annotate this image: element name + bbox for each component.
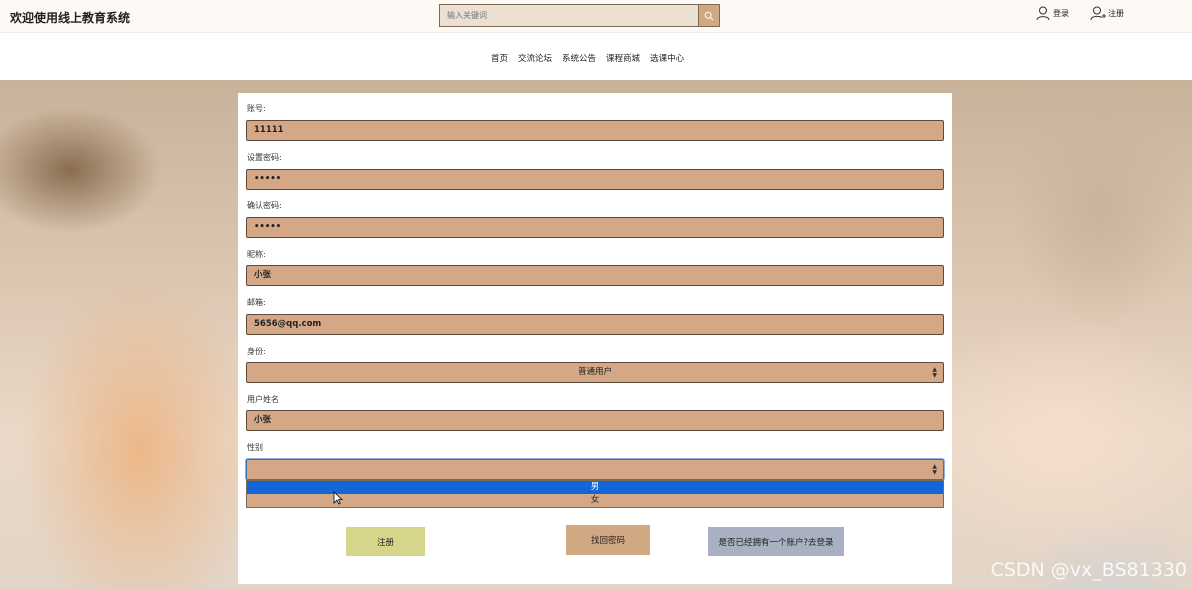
register-label: 注册 — [1108, 8, 1124, 18]
search-input[interactable] — [439, 4, 699, 27]
account-input[interactable]: 11111 — [246, 120, 944, 141]
mouse-cursor-icon — [333, 491, 343, 505]
email-label: 邮箱: — [247, 298, 266, 307]
watermark: CSDN @vx_BS81330 — [990, 559, 1187, 581]
nav-item-course-selection[interactable]: 选课中心 — [650, 52, 684, 64]
login-label: 登录 — [1053, 8, 1069, 18]
nav-item-home[interactable]: 首页 — [491, 52, 508, 64]
register-form: 账号: 11111 设置密码: ••••• 确认密码: ••••• 昵称: 小张… — [238, 93, 952, 584]
gender-label: 性别 — [247, 443, 263, 452]
confirm-password-input[interactable]: ••••• — [246, 217, 944, 238]
search-button[interactable] — [698, 4, 720, 27]
nickname-label: 昵称: — [247, 250, 266, 259]
nickname-input[interactable]: 小张 — [246, 265, 944, 286]
user-icon — [1036, 6, 1050, 21]
search-icon — [704, 11, 714, 20]
password-input[interactable]: ••••• — [246, 169, 944, 190]
account-label: 账号: — [247, 104, 266, 113]
select-arrows-icon: ▲ ▼ — [932, 366, 937, 379]
gender-option-male[interactable]: 男 — [247, 481, 943, 494]
confirm-password-label: 确认密码: — [247, 201, 282, 210]
gender-select[interactable]: ▲ ▼ — [246, 459, 944, 480]
identity-label: 身份: — [247, 347, 266, 356]
go-login-button[interactable]: 是否已经拥有一个账户?去登录 — [708, 527, 844, 556]
select-arrows-icon: ▲ ▼ — [932, 463, 937, 476]
identity-select[interactable]: 普通用户 ▲ ▼ — [246, 362, 944, 383]
username-input[interactable]: 小张 — [246, 410, 944, 431]
recover-password-button[interactable]: 找回密码 — [566, 525, 650, 555]
login-link[interactable]: 登录 — [1035, 5, 1069, 21]
site-title: 欢迎使用线上教育系统 — [10, 11, 131, 25]
email-input[interactable]: 5656@qq.com — [246, 314, 944, 335]
search-bar — [439, 4, 720, 27]
nav-item-announcements[interactable]: 系统公告 — [562, 52, 596, 64]
nav-item-course-mall[interactable]: 课程商城 — [606, 52, 640, 64]
add-user-icon — [1090, 6, 1106, 21]
identity-value: 普通用户 — [577, 367, 612, 377]
register-link[interactable]: 注册 — [1090, 5, 1124, 21]
nav-item-forum[interactable]: 交流论坛 — [518, 52, 552, 64]
main-nav: 首页 交流论坛 系统公告 课程商城 选课中心 — [0, 34, 1192, 80]
top-header: 欢迎使用线上教育系统 登录 注册 — [0, 0, 1192, 33]
password-label: 设置密码: — [247, 153, 282, 162]
username-label: 用户姓名 — [247, 395, 279, 404]
gender-option-female[interactable]: 女 — [247, 494, 943, 507]
register-button[interactable]: 注册 — [346, 527, 425, 556]
gender-dropdown: 男 女 — [246, 480, 944, 508]
